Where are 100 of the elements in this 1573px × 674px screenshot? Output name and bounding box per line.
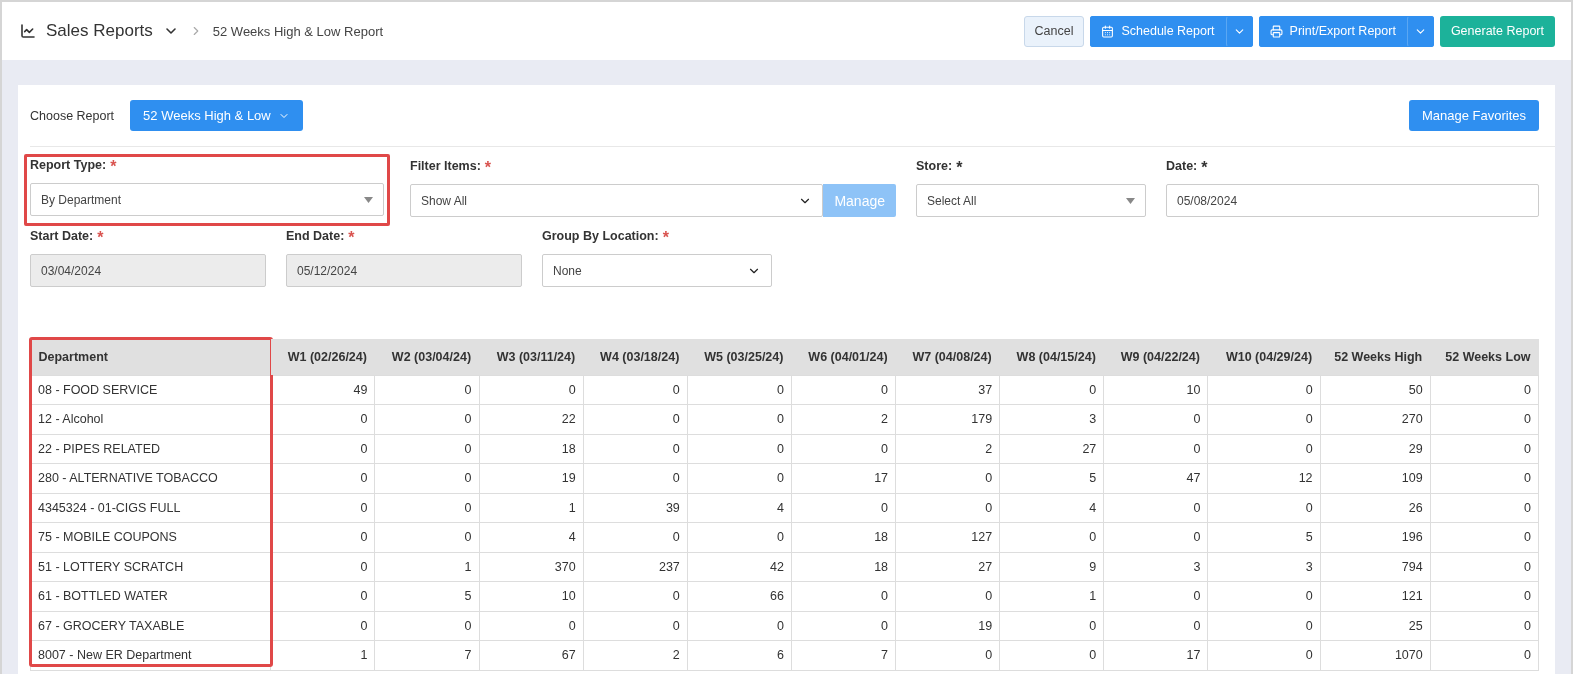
- column-header: W7 (04/08/24): [895, 339, 1000, 375]
- column-header: W9 (04/22/24): [1103, 339, 1208, 375]
- column-header: W8 (04/15/24): [999, 339, 1104, 375]
- column-header: W2 (03/04/24): [374, 339, 480, 375]
- table-cell: 0: [1207, 404, 1321, 434]
- table-cell: 47: [1103, 463, 1208, 493]
- table-cell: 1070: [1320, 640, 1431, 670]
- table-cell: 270: [1320, 404, 1431, 434]
- table-cell: 0: [687, 522, 792, 552]
- required-mark: *: [1201, 159, 1208, 177]
- table-cell: 0: [479, 611, 584, 641]
- table-cell: 50: [1320, 375, 1431, 405]
- table-cell: 0: [374, 434, 480, 464]
- field-label: Store:: [916, 159, 953, 175]
- table-cell: 3: [1207, 552, 1321, 582]
- field-label: Group By Location:: [542, 229, 659, 245]
- table-cell: 0: [479, 375, 584, 405]
- table-cell: 1: [374, 552, 480, 582]
- table-cell: 0: [895, 640, 1000, 670]
- table-cell: 5: [999, 463, 1104, 493]
- table-cell: 0: [791, 611, 896, 641]
- table-cell: 0: [270, 552, 375, 582]
- select-field[interactable]: Show All: [410, 184, 824, 217]
- table-cell: 10: [1103, 375, 1208, 405]
- dropdown-field[interactable]: Select All: [916, 184, 1146, 217]
- cancel-button[interactable]: Cancel: [1023, 15, 1085, 47]
- table-cell: 0: [583, 611, 688, 641]
- table-cell: 17: [1103, 640, 1208, 670]
- calendar-icon: [1101, 24, 1115, 38]
- table-cell: 0: [1207, 434, 1321, 464]
- select-field[interactable]: None: [542, 254, 772, 287]
- table-cell: 0: [1207, 640, 1321, 670]
- table-cell: 0: [791, 493, 896, 523]
- table-cell: 0: [999, 640, 1104, 670]
- table-cell: 0: [895, 493, 1000, 523]
- table-cell: 2: [583, 640, 688, 670]
- table-cell: 1: [270, 640, 375, 670]
- table-cell: 0: [1207, 375, 1321, 405]
- table-cell: 4: [687, 493, 792, 523]
- table-cell: 0: [1430, 463, 1539, 493]
- table-cell: 19: [895, 611, 1000, 641]
- field-label: Filter Items:: [410, 159, 481, 175]
- table-cell: 0: [1103, 522, 1208, 552]
- field-label: Report Type:: [30, 158, 107, 174]
- table-cell: 67: [479, 640, 584, 670]
- column-header: W1 (02/26/24): [270, 339, 375, 375]
- table-cell: 0: [791, 375, 896, 405]
- table-cell: 10: [479, 581, 584, 611]
- table-cell: 25: [1320, 611, 1431, 641]
- table-cell: 49: [270, 375, 375, 405]
- printer-icon: [1269, 24, 1283, 38]
- date-field[interactable]: 05/08/2024: [1166, 184, 1539, 217]
- table-cell: 0: [1430, 404, 1539, 434]
- table-cell: 12: [1207, 463, 1321, 493]
- table-cell: 2: [895, 434, 1000, 464]
- column-header: W3 (03/11/24): [479, 339, 584, 375]
- dropdown-toggle[interactable]: [1225, 15, 1253, 47]
- column-header: W5 (03/25/24): [687, 339, 792, 375]
- column-header: W4 (03/18/24): [583, 339, 688, 375]
- table-cell: 0: [270, 463, 375, 493]
- table-cell: 37: [895, 375, 1000, 405]
- table-cell: 0: [791, 581, 896, 611]
- table-cell: 18: [791, 522, 896, 552]
- table-cell: 0: [1430, 552, 1539, 582]
- table-cell: 39: [583, 493, 688, 523]
- caret-icon: [364, 196, 373, 203]
- table-cell: 0: [895, 581, 1000, 611]
- table-cell: 196: [1320, 522, 1431, 552]
- table-cell: 237: [583, 552, 688, 582]
- table-cell: 0: [1430, 640, 1539, 670]
- table-cell: 3: [999, 404, 1104, 434]
- table-cell: 0: [583, 581, 688, 611]
- required-mark: *: [97, 229, 104, 247]
- dropdown-toggle[interactable]: [1406, 15, 1434, 47]
- table-cell: 1: [999, 581, 1104, 611]
- table-cell: 0: [374, 463, 480, 493]
- table-cell: 1: [479, 493, 584, 523]
- required-mark: *: [484, 159, 492, 177]
- table-cell: 7: [791, 640, 896, 670]
- table-cell: 27: [999, 434, 1104, 464]
- table-cell: 0: [1430, 611, 1539, 641]
- table-cell: 0: [1430, 493, 1539, 523]
- column-header: W10 (04/29/24): [1207, 339, 1321, 375]
- table-cell: 0: [583, 404, 688, 434]
- column-header: 52 Weeks High: [1320, 339, 1431, 375]
- table-cell: 0: [374, 611, 480, 641]
- field-label: Start Date:: [30, 229, 94, 245]
- table-cell: 0: [374, 404, 480, 434]
- required-mark: *: [956, 159, 963, 177]
- table-cell: 27: [895, 552, 1000, 582]
- table-cell: 0: [1430, 581, 1539, 611]
- field-label: Date:: [1166, 159, 1198, 175]
- table-cell: 42: [687, 552, 792, 582]
- dropdown-field[interactable]: By Department: [30, 183, 384, 216]
- table-cell: 19: [479, 463, 584, 493]
- table-cell: 0: [1430, 434, 1539, 464]
- table-cell: 370: [479, 552, 584, 582]
- table-cell: 0: [270, 611, 375, 641]
- chart-icon: [20, 23, 36, 39]
- table-cell: 08 - FOOD SERVICE: [30, 375, 271, 405]
